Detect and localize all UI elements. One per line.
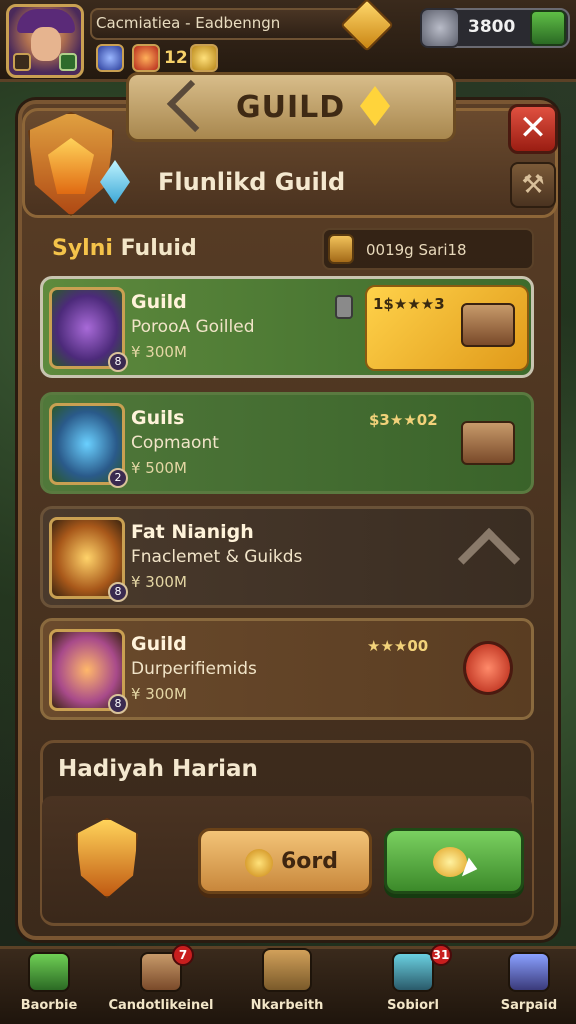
golden-sword-icon: 8 <box>49 517 128 602</box>
buff-count: 12 <box>164 48 188 68</box>
nav-label: Baorbie <box>20 998 78 1013</box>
nav-label: Candotlikeinel <box>108 998 214 1013</box>
coin-barrel-icon <box>328 234 354 264</box>
nav-label: Nkarbeith <box>250 998 324 1013</box>
card-subtitle: Copmaont <box>131 433 219 453</box>
item-badge: 8 <box>108 582 128 602</box>
chevron-up-icon <box>457 527 521 591</box>
notification-badge: 7 <box>172 944 194 966</box>
section-title-rest: Fuluid <box>120 236 197 261</box>
magic-hammer-icon: 8 <box>49 629 128 714</box>
card-value: ¥ 300M <box>131 343 187 361</box>
treasure-box-icon <box>461 303 515 347</box>
card-title: Guild <box>131 291 187 313</box>
fire-buff-icon[interactable] <box>132 44 160 72</box>
purple-staff-icon: 8 <box>49 287 128 372</box>
card-stars: 1$★★★3 <box>373 295 445 313</box>
card-subtitle: PorooA Goilled <box>131 317 255 337</box>
card-stars: $3★★02 <box>369 411 438 429</box>
list-item[interactable]: 2 Guils Copmaont ¥ 500M $3★★02 <box>40 392 534 494</box>
rank-badge-icon <box>59 53 77 71</box>
close-button[interactable]: ✕ <box>508 104 558 154</box>
section-title-highlight: Sylni <box>52 236 113 261</box>
green-gem-icon[interactable] <box>530 10 566 46</box>
claim-gold-label: 6ord <box>281 849 339 874</box>
card-stars: ★★★00 <box>367 637 429 655</box>
daily-title: Hadiyah Harian <box>58 756 258 782</box>
list-item[interactable]: 8 Guild PorooA Goilled ¥ 300M 1$★★★3 <box>40 276 534 378</box>
page-title: GUILD <box>236 90 346 125</box>
item-badge: 2 <box>108 468 128 488</box>
item-badge: 8 <box>108 352 128 372</box>
chest-icon <box>262 948 312 992</box>
purple-cube-icon <box>508 952 550 992</box>
nav-item-3[interactable]: Nkarbeith <box>232 946 342 1024</box>
section-title: Sylni Fuluid <box>52 236 197 261</box>
gold-buff-icon[interactable] <box>190 44 218 72</box>
claim-gold-button[interactable]: 6ord <box>198 828 372 894</box>
player-name: Cacmiatiea - Eadbenngn <box>96 14 281 32</box>
nav-label: Sobiorl <box>387 998 439 1013</box>
card-title: Guild <box>131 633 187 655</box>
claim-gem-button[interactable] <box>384 828 524 894</box>
notification-badge: 31 <box>430 944 452 966</box>
nav-item-2[interactable]: Candotlikeinel <box>106 946 216 1024</box>
blue-cube-icon <box>392 952 434 992</box>
item-badge: 8 <box>108 694 128 714</box>
gold-coin-icon <box>245 849 273 877</box>
guild-name: Flunlikd Guild <box>158 168 346 196</box>
coin-balance-text: 0019g Sari18 <box>366 241 467 259</box>
player-avatar[interactable] <box>6 4 84 78</box>
treasure-box-icon <box>461 421 515 465</box>
card-value: ¥ 500M <box>131 459 187 477</box>
lock-icon <box>335 295 353 319</box>
level-badge-icon <box>13 53 31 71</box>
list-item[interactable]: 8 Fat Nianigh Fnaclemet & Guikds ¥ 300M <box>40 506 534 608</box>
card-title: Guils <box>131 407 185 429</box>
tools-button[interactable]: ⚒ <box>510 162 556 208</box>
list-item[interactable]: 8 Guild Durperifiemids ¥ 300M ★★★00 <box>40 618 534 720</box>
card-subtitle: Durperifiemids <box>131 659 257 679</box>
nav-label: Sarpaid <box>500 998 558 1013</box>
card-subtitle: Fnaclemet & Guikds <box>131 547 303 567</box>
wolf-icon: 2 <box>49 403 128 488</box>
nav-item-1[interactable]: Baorbie <box>0 946 104 1024</box>
red-gem-icon <box>463 641 513 695</box>
avatar-face <box>31 27 61 61</box>
gold-nugget-icon <box>433 847 467 877</box>
card-value: ¥ 300M <box>131 685 187 703</box>
green-gem-icon <box>28 952 70 992</box>
nav-item-5[interactable]: Sarpaid <box>474 946 576 1024</box>
card-title: Fat Nianigh <box>131 521 254 543</box>
currency-value: 3800 <box>468 17 516 37</box>
silver-coin-icon <box>420 8 460 48</box>
card-value: ¥ 300M <box>131 573 187 591</box>
blue-buff-icon[interactable] <box>96 44 124 72</box>
